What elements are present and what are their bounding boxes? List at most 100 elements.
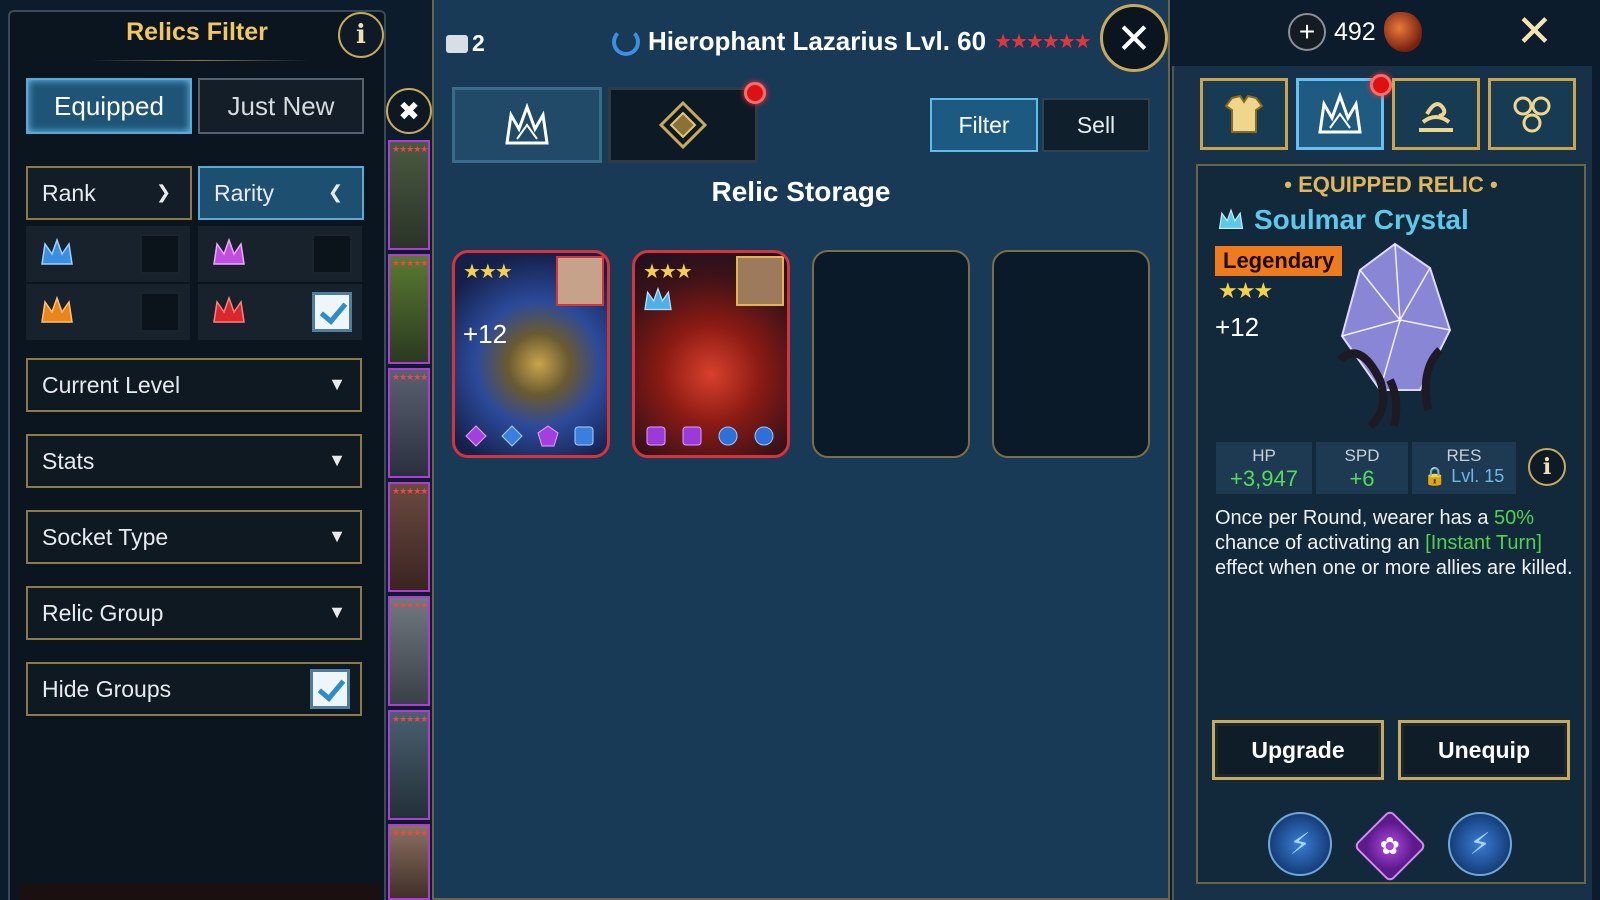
equipped-relic-name: Soulmar Crystal (1218, 204, 1469, 236)
chevron-up-icon: ❮ (328, 182, 344, 202)
relic-level: +12 (1215, 312, 1260, 342)
tab-relic-groups[interactable] (608, 87, 758, 163)
hero-count-value: 2 (472, 30, 485, 56)
desc-text: Once per Round, wearer has a (1215, 507, 1495, 529)
tab-just-new[interactable]: Just New (198, 78, 364, 134)
hero-thumbnail[interactable]: ★★★★★ (388, 596, 430, 706)
relic-card[interactable]: ★★★ (632, 250, 790, 458)
lightning-orb-icon[interactable]: ⚡ (1448, 812, 1512, 876)
relic-card-level: +12 (463, 319, 508, 349)
hero-thumbnail[interactable]: ★★★★★ (388, 824, 430, 900)
blessing-gems-icon (1513, 96, 1551, 133)
current-level-dropdown[interactable]: Current Level ▼ (26, 358, 362, 412)
filter-info-icon[interactable]: i (338, 12, 384, 58)
hero-portrait (556, 256, 604, 306)
relic-card[interactable]: ★★★ +12 (452, 250, 610, 458)
desc-text: chance of activating an (1215, 532, 1426, 554)
hero-list-strip: ★★★★★ ★★★★★ ★★★★★ ★★★★★ ★★★★★ ★★★★★ ★★★★… (388, 140, 430, 900)
purple-gem-icon (465, 425, 487, 447)
rarity-option-mythical[interactable] (198, 284, 362, 340)
rarity-dropdown[interactable]: Rarity ❮ (198, 166, 364, 220)
diamond-rune-icon (659, 101, 707, 149)
notification-dot (1370, 74, 1392, 96)
tab-masteries[interactable] (1392, 78, 1480, 150)
relic-group-label: Relic Group (42, 599, 164, 626)
rarity-option-rare[interactable] (26, 226, 190, 282)
chevron-down-icon: ▼ (328, 602, 346, 622)
socket-type-label: Socket Type (42, 523, 169, 550)
tab-relics[interactable] (452, 87, 602, 163)
tab-blessings[interactable] (1488, 78, 1576, 150)
hero-thumbnail[interactable]: ★★★★★ (388, 368, 430, 478)
orange-crown-icon (41, 296, 73, 323)
hero-name: Hierophant Lazarius Lvl. 60 (648, 26, 987, 56)
notification-dot (744, 82, 766, 104)
stat-res: RES 🔒 Lvl. 15 (1412, 442, 1516, 494)
chevron-down-icon: ❯ (156, 182, 172, 202)
stat-label: RES (1446, 446, 1482, 465)
blue-crown-icon (41, 238, 73, 265)
rarity-checkbox-legendary[interactable] (140, 292, 180, 332)
hero-title: Hierophant Lazarius Lvl. 60 ★★★★★★ (612, 26, 1092, 57)
blue-gem-icon (501, 425, 523, 447)
equipped-relic-heading: • EQUIPPED RELIC • (1284, 172, 1498, 197)
close-filter-button[interactable]: ✖ (386, 88, 432, 134)
chest-icon (446, 34, 468, 53)
upgrade-button[interactable]: Upgrade (1212, 720, 1384, 780)
armor-icon (1224, 94, 1264, 133)
socket-type-dropdown[interactable]: Socket Type ▼ (26, 510, 362, 564)
stat-unlock-level: Lvl. 15 (1451, 466, 1505, 486)
chevron-down-icon: ▼ (328, 374, 346, 394)
rank-label: Rank (42, 179, 96, 206)
rarity-checkbox-mythical[interactable] (312, 292, 352, 332)
empty-relic-slot[interactable] (812, 250, 970, 458)
tab-artifacts[interactable] (1200, 78, 1288, 150)
stat-label: SPD (1344, 446, 1380, 465)
rarity-option-epic[interactable] (198, 226, 362, 282)
rarity-option-legendary[interactable] (26, 284, 190, 340)
relic-stone-icon (1383, 12, 1422, 52)
purple-square-gem-icon (646, 426, 666, 446)
rarity-label: Rarity (214, 179, 275, 206)
sell-button[interactable]: Sell (1042, 98, 1150, 152)
rank-dropdown[interactable]: Rank ❯ (26, 166, 192, 220)
relic-info-icon[interactable]: i (1528, 448, 1566, 486)
filter-button[interactable]: Filter (930, 98, 1038, 152)
blue-round-gem-icon (718, 426, 738, 446)
rarity-checkbox-rare[interactable] (140, 234, 180, 274)
magic-affinity-icon (612, 27, 640, 56)
stat-value: +3,947 (1230, 466, 1298, 491)
exit-button[interactable]: ✕ (1516, 6, 1553, 57)
add-currency-button[interactable]: + (1288, 13, 1326, 51)
storage-title: Relic Storage (711, 176, 891, 207)
hero-thumbnail[interactable]: ★★★★★ (388, 254, 430, 364)
hero-portrait (736, 256, 784, 306)
hero-count: 2 (446, 30, 485, 57)
current-level-label: Current Level (42, 371, 181, 398)
unequip-button[interactable]: Unequip (1398, 720, 1570, 780)
hero-thumbnail[interactable]: ★★★★★ (388, 140, 430, 250)
hide-groups-checkbox[interactable] (310, 669, 350, 709)
purple-pentagon-gem-icon (537, 425, 559, 447)
title-divider (90, 60, 310, 61)
currency-display: + 492 (1288, 12, 1422, 52)
hide-groups-toggle[interactable]: Hide Groups (26, 662, 362, 716)
filter-title: Relics Filter (126, 18, 268, 46)
relic-name-text: Soulmar Crystal (1254, 204, 1469, 235)
blue-round-gem-icon (754, 426, 774, 446)
close-button[interactable]: ✕ (1100, 4, 1168, 72)
hero-thumbnail[interactable]: ★★★★★ (388, 482, 430, 592)
hero-thumbnail[interactable]: ★★★★★ (388, 710, 430, 820)
tab-equipped[interactable]: Equipped (26, 78, 192, 134)
blue-crown-icon (644, 287, 672, 311)
desc-effect: [Instant Turn] (1425, 532, 1542, 554)
empty-relic-slot[interactable] (992, 250, 1150, 458)
lightning-orb-icon[interactable]: ⚡ (1268, 812, 1332, 876)
stat-value-locked: 🔒 Lvl. 15 (1423, 466, 1505, 486)
relic-card-stars: ★★★ (643, 261, 693, 283)
desc-highlight: 50% (1494, 507, 1535, 529)
rarity-checkbox-epic[interactable] (312, 234, 352, 274)
stats-dropdown[interactable]: Stats ▼ (26, 434, 362, 488)
relic-group-dropdown[interactable]: Relic Group ▼ (26, 586, 362, 640)
stat-label: HP (1252, 446, 1276, 465)
